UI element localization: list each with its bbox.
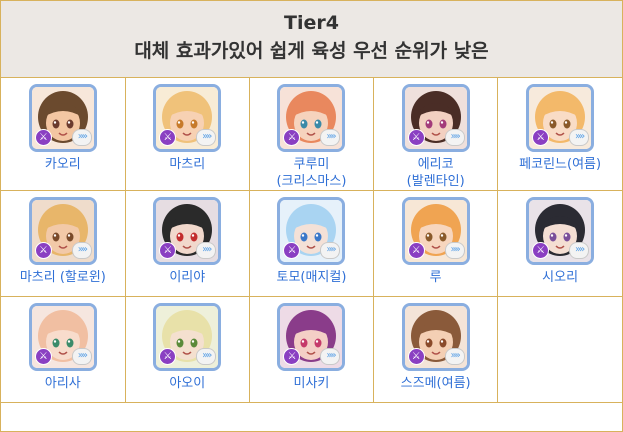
grid-cell: ⚔»» 아오이 [124,296,250,403]
chevron-icon: »» [569,242,590,259]
tier-title: Tier4 [284,12,339,34]
grid-cell: ⚔ »» 스즈메(여름) [373,296,499,403]
character-name[interactable]: 스즈메(여름) [401,375,471,392]
sword-icon: ⚔ [407,129,425,146]
character-card[interactable]: ⚔ »» 마츠리 (할로윈) [1,191,125,286]
chevron-icon: »» [320,242,341,259]
tier-table: Tier4 대체 효과가있어 쉽게 육성 우선 순위가 낮은 ⚔»» 카오리 ⚔»»… [0,0,623,432]
character-name[interactable]: 토모(매지컬) [276,269,346,286]
character-card[interactable]: ⚔ »» 아리사 [1,297,125,392]
chevron-icon: »» [71,348,92,365]
grid-cell: ⚔ »» 시오리 [497,190,622,297]
character-card[interactable]: ⚔ »» 루 [374,191,497,286]
character-card[interactable]: ⚔»» 마츠리 [126,78,249,173]
character-portrait[interactable]: ⚔ »» [28,84,97,152]
character-card[interactable]: ⚔ »» 스즈메(여름) [374,297,497,392]
character-card[interactable]: ⚔»» 이리야 [126,191,249,286]
character-name[interactable]: 페코린느(여름) [519,156,601,173]
character-card[interactable]: ⚔»» 토모(매지컬) [250,191,373,286]
grid-cell: ⚔»» 토모(매지컬) [248,190,375,297]
chevron-icon: »» [196,348,217,365]
character-portrait[interactable]: ⚔»» [153,84,222,152]
grid-cell: ⚔ »» 카오리 [1,78,126,191]
character-card[interactable]: ⚔ »» 에리코 (발렌타인) [374,78,497,190]
grid-cell: ⚔»» 미사키 [248,296,375,403]
character-name[interactable]: 미사키 [294,375,330,392]
tier-header: Tier4 대체 효과가있어 쉽게 육성 우선 순위가 낮은 [1,1,622,78]
chevron-icon: »» [320,348,341,365]
sword-icon: ⚔ [407,348,425,365]
sword-icon: ⚔ [532,242,550,259]
character-portrait[interactable]: ⚔»» [153,303,222,371]
grid-cell: ⚔»» 이리야 [124,190,250,297]
tier-subtitle: 대체 효과가있어 쉽게 육성 우선 순위가 낮은 [134,40,489,62]
character-portrait[interactable]: ⚔»» [277,84,346,152]
chevron-icon: »» [196,242,217,259]
character-card[interactable]: ⚔»» 아오이 [126,297,249,392]
grid-cell: ⚔ »» 마츠리 (할로윈) [1,190,126,297]
chevron-icon: »» [71,242,92,259]
character-portrait[interactable]: ⚔ »» [28,303,97,371]
grid-cell: ⚔»» 마츠리 [124,78,250,191]
character-name[interactable]: 에리코 (발렌타인) [407,156,465,190]
character-portrait[interactable]: ⚔ »» [526,197,595,265]
character-name[interactable]: 마츠리 [169,156,205,173]
chevron-icon: »» [569,129,590,146]
character-name[interactable]: 시오리 [542,269,578,286]
character-name[interactable]: 아오이 [169,375,205,392]
character-portrait[interactable]: ⚔ »» [401,84,470,152]
grid-cell: ⚔ »» 페코린느(여름) [497,78,622,191]
sword-icon: ⚔ [34,129,52,146]
character-card[interactable]: ⚔»» 쿠루미 (크리스마스) [250,78,373,190]
chevron-icon: »» [196,129,217,146]
character-name[interactable]: 루 [430,269,442,286]
grid-cell [497,296,622,403]
chevron-icon: »» [444,242,465,259]
grid-row: ⚔»» 아리사 ⚔»» 아오이 ⚔»» 미사키 ⚔»» 스즈메(여름) [1,296,622,403]
grid-cell: ⚔»» 쿠루미 (크리스마스) [248,78,375,191]
sword-icon: ⚔ [407,242,425,259]
grid-cell: ⚔ »» 루 [373,190,499,297]
character-portrait[interactable]: ⚔»» [277,197,346,265]
character-portrait[interactable]: ⚔ »» [28,197,97,265]
character-card[interactable]: ⚔ »» 시오리 [498,191,622,286]
character-portrait[interactable]: ⚔ »» [401,197,470,265]
character-name[interactable]: 아리사 [45,375,81,392]
character-name[interactable]: 카오리 [45,156,81,173]
grid-cell: ⚔ »» 에리코 (발렌타인) [373,78,499,191]
chevron-icon: »» [71,129,92,146]
grid-cell: ⚔ »» 아리사 [1,296,126,403]
character-card[interactable]: ⚔ »» 카오리 [1,78,125,173]
sword-icon: ⚔ [34,348,52,365]
grid-row: ⚔»» 카오리 ⚔»» 마츠리 ⚔»» 쿠루미 (크리스마스) ⚔»» 에리코 (발렌타인) ⚔»»… [1,78,622,191]
character-name[interactable]: 쿠루미 (크리스마스) [276,156,346,190]
sword-icon: ⚔ [34,242,52,259]
character-portrait[interactable]: ⚔»» [153,197,222,265]
character-name[interactable]: 마츠리 (할로윈) [20,269,106,286]
grid-row: ⚔»» 마츠리 (할로윈) ⚔»» 이리야 ⚔»» 토모(매지컬) ⚔»» 루 ⚔»» 시오리 [1,190,622,297]
character-portrait[interactable]: ⚔»» [277,303,346,371]
character-portrait[interactable]: ⚔ »» [526,84,595,152]
chevron-icon: »» [444,129,465,146]
character-name[interactable]: 이리야 [169,269,205,286]
character-card[interactable]: ⚔»» 미사키 [250,297,373,392]
chevron-icon: »» [444,348,465,365]
character-card[interactable]: ⚔ »» 페코린느(여름) [498,78,622,173]
character-grid: ⚔»» 카오리 ⚔»» 마츠리 ⚔»» 쿠루미 (크리스마스) ⚔»» 에리코 (발렌타인) ⚔»»… [1,78,622,403]
chevron-icon: »» [320,129,341,146]
sword-icon: ⚔ [532,129,550,146]
character-portrait[interactable]: ⚔ »» [401,303,470,371]
